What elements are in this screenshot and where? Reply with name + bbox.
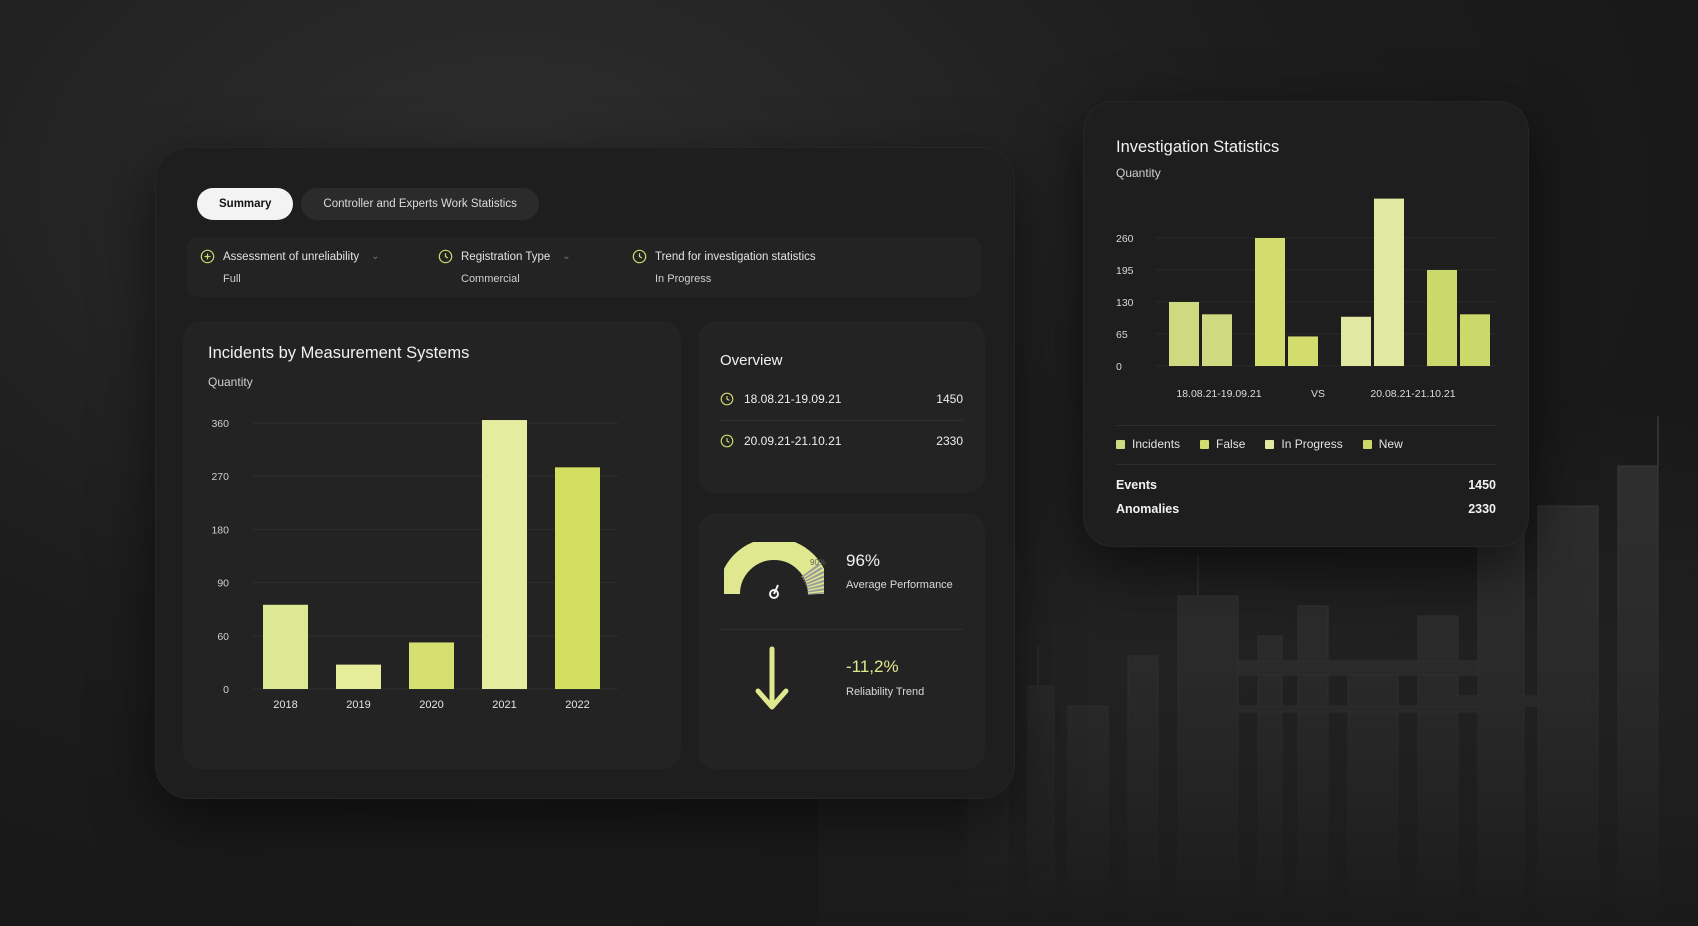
x-tick-label: 2019 bbox=[346, 699, 370, 711]
clock-icon bbox=[720, 392, 734, 406]
bar-in-progress bbox=[1374, 198, 1404, 366]
incidents-bar-chart: 0 60 90 180 270 360 2018 2019 2020 2021 2022 bbox=[211, 418, 618, 711]
divider bbox=[1116, 464, 1496, 465]
divider bbox=[720, 629, 963, 630]
overview-title: Overview bbox=[720, 352, 783, 369]
overview-value: 2330 bbox=[936, 434, 963, 448]
legend-item-false: False bbox=[1200, 437, 1245, 451]
filter-label: Registration Type bbox=[461, 250, 551, 263]
overview-card: Overview 18.08.21-19.09.21 1450 20.09.21… bbox=[698, 321, 985, 493]
divider bbox=[1116, 425, 1496, 426]
filter-assessment[interactable]: Assessment of unreliability ⌄ Full bbox=[200, 249, 380, 285]
investigation-statistics-panel: Investigation Statistics Quantity 0 65 130… bbox=[1083, 101, 1529, 547]
arrow-down-icon bbox=[755, 646, 789, 710]
performance-gauge bbox=[724, 542, 824, 599]
y-tick-label: 130 bbox=[1116, 297, 1134, 309]
x-tick-label: 2020 bbox=[419, 699, 443, 711]
performance-value: 96% bbox=[846, 551, 881, 570]
bar-2021 bbox=[482, 420, 527, 689]
divider bbox=[720, 420, 963, 421]
clock-icon bbox=[720, 434, 734, 448]
y-tick-label: 0 bbox=[1116, 361, 1122, 373]
overview-value: 1450 bbox=[936, 392, 963, 406]
y-tick-label: 195 bbox=[1116, 265, 1134, 277]
x-tick-label: 2021 bbox=[492, 699, 516, 711]
investigation-bar-chart: 0 65 130 195 260 18.08.21-19.09.21 VS 20.08.21-… bbox=[1116, 198, 1496, 400]
incidents-chart-card: Incidents by Measurement Systems Quantit… bbox=[183, 321, 681, 769]
overview-row: 20.09.21-21.10.21 2330 bbox=[720, 434, 963, 448]
clock-icon bbox=[632, 249, 647, 264]
filter-trend[interactable]: Trend for investigation statistics In Pr… bbox=[632, 249, 816, 285]
bar-false bbox=[1288, 336, 1318, 366]
tab-bar: Summary Controller and Experts Work Stat… bbox=[197, 188, 539, 220]
gauge-tick-label: 90% bbox=[810, 558, 827, 567]
filter-label: Assessment of unreliability bbox=[223, 250, 360, 263]
dashboard-panel: Summary Controller and Experts Work Stat… bbox=[155, 147, 1015, 799]
plus-circle-icon bbox=[200, 249, 215, 264]
bar-incidents bbox=[1169, 302, 1199, 366]
performance-label: Average Performance bbox=[846, 579, 953, 591]
y-tick-label: 260 bbox=[1116, 233, 1134, 245]
y-tick-label: 360 bbox=[211, 418, 229, 430]
y-tick-label: 65 bbox=[1116, 329, 1128, 341]
performance-card: 90% 96% Average Performance -11,2% Relia… bbox=[698, 513, 985, 769]
stat-events: Events 1450 bbox=[1116, 478, 1496, 492]
legend-item-new: New bbox=[1362, 437, 1403, 451]
legend-item-in-progress: In Progress bbox=[1265, 437, 1343, 451]
bar-2020 bbox=[409, 642, 454, 689]
reliability-value: -11,2% bbox=[846, 657, 899, 676]
filter-label: Trend for investigation statistics bbox=[655, 250, 816, 263]
y-tick-label: 60 bbox=[217, 631, 229, 643]
y-tick-label: 0 bbox=[223, 684, 229, 696]
bar-false bbox=[1255, 238, 1285, 366]
filter-bar: Assessment of unreliability ⌄ Full Regis… bbox=[186, 237, 981, 297]
tab-controller-experts[interactable]: Controller and Experts Work Statistics bbox=[301, 188, 539, 220]
overview-row: 18.08.21-19.09.21 1450 bbox=[720, 392, 963, 406]
filter-registration-type[interactable]: Registration Type ⌄ Commercial bbox=[438, 249, 571, 285]
bar-2022 bbox=[555, 467, 600, 689]
x-tick-label: 2022 bbox=[565, 699, 589, 711]
x-tick-label: 2018 bbox=[273, 699, 297, 711]
bar-2018 bbox=[263, 604, 308, 689]
bar-new bbox=[1460, 314, 1490, 366]
period-label: 20.08.21-21.10.21 bbox=[1370, 388, 1455, 400]
stat-anomalies: Anomalies 2330 bbox=[1116, 502, 1496, 516]
reliability-label: Reliability Trend bbox=[846, 686, 925, 698]
chart-legend: Incidents False In Progress New bbox=[1116, 437, 1403, 451]
bar-in-progress bbox=[1341, 316, 1371, 366]
y-tick-label: 90 bbox=[217, 578, 229, 590]
bar-new bbox=[1427, 270, 1457, 366]
bar-2019 bbox=[336, 664, 381, 689]
chevron-down-icon[interactable]: ⌄ bbox=[562, 251, 570, 262]
bar-incidents bbox=[1202, 314, 1232, 366]
filter-value: Full bbox=[223, 273, 241, 285]
y-tick-label: 180 bbox=[211, 524, 229, 536]
y-tick-label: 270 bbox=[211, 471, 229, 483]
filter-value: Commercial bbox=[461, 273, 520, 285]
period-label: VS bbox=[1311, 388, 1325, 400]
tab-summary[interactable]: Summary bbox=[197, 188, 294, 220]
chevron-down-icon[interactable]: ⌄ bbox=[371, 251, 379, 262]
clock-icon bbox=[438, 249, 453, 264]
filter-value: In Progress bbox=[655, 273, 712, 285]
overview-date: 20.09.21-21.10.21 bbox=[744, 434, 842, 448]
overview-date: 18.08.21-19.09.21 bbox=[744, 392, 842, 406]
legend-item-incidents: Incidents bbox=[1116, 437, 1180, 451]
period-label: 18.08.21-19.09.21 bbox=[1176, 388, 1261, 400]
